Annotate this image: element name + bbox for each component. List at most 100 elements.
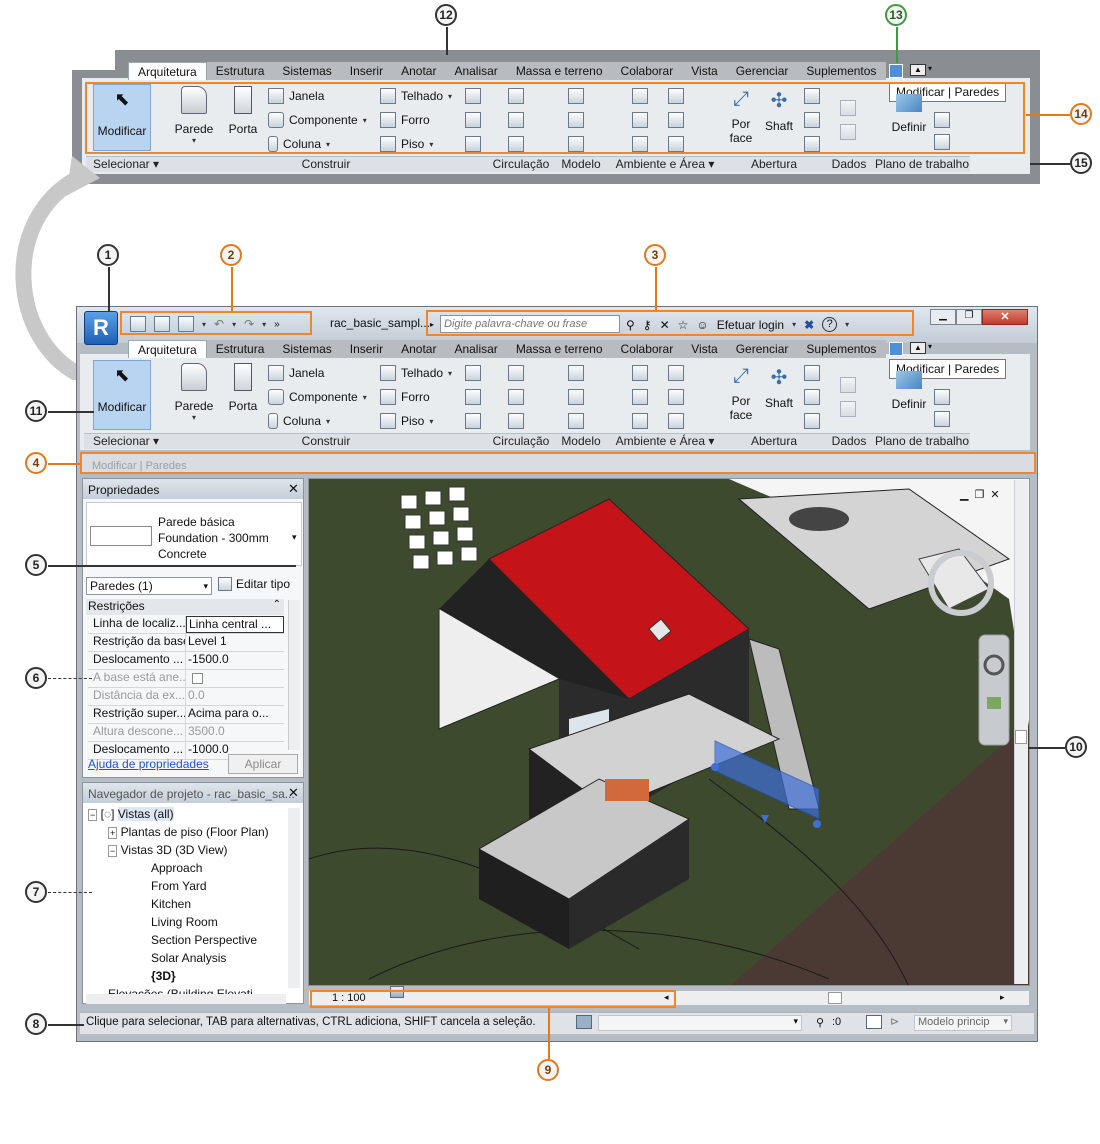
edit-type-button[interactable]: Editar tipo (218, 577, 290, 591)
tree-view-item[interactable]: From Yard (151, 879, 207, 893)
browser-vscroll[interactable] (288, 808, 300, 988)
main-ceiling-button[interactable]: Forro (380, 389, 430, 405)
main-shaft-button[interactable]: ✣ Shaft (762, 365, 796, 427)
tree-3d-views[interactable]: − Vistas 3D (3D View) (108, 843, 228, 857)
main-mullion-icon[interactable] (465, 413, 481, 429)
property-row[interactable]: Altura descone... 3500.0 (88, 724, 284, 742)
main-floor-button[interactable]: Piso ▾ (380, 413, 433, 429)
drawing-vscroll-thumb[interactable] (1015, 730, 1027, 744)
main-panel-ambiente[interactable]: Ambiente e Área ▾ (610, 434, 720, 448)
apply-button[interactable]: Aplicar (228, 754, 298, 774)
main-tab-arquitetura[interactable]: Arquitetura (128, 340, 207, 358)
main-wall-button[interactable]: Parede ▾ (172, 363, 216, 425)
property-row[interactable]: Restrição super... Acima para o... (88, 706, 284, 724)
property-row[interactable]: Restrição da base Level 1 (88, 634, 284, 652)
main-wall-opening-icon[interactable] (804, 365, 820, 381)
property-value[interactable]: Acima para o... (186, 706, 269, 723)
main-set-workplane-button[interactable]: Definir (888, 371, 930, 423)
tab-anotar[interactable]: Anotar (392, 62, 445, 80)
main-door-button[interactable]: Porta (224, 363, 262, 425)
tree-view-item[interactable]: Kitchen (151, 897, 191, 911)
main-ribbon-dropdown-icon[interactable]: ▾ (928, 342, 932, 351)
property-value[interactable] (186, 670, 188, 687)
main-room-icon[interactable] (632, 365, 648, 381)
tree-view-item[interactable]: Approach (151, 861, 202, 875)
main-show-workplane-icon[interactable] (934, 389, 950, 405)
window-minimize-button[interactable]: ▁ (930, 309, 956, 325)
window-close-button[interactable]: ✕ (982, 309, 1028, 325)
main-railing-icon[interactable] (508, 365, 524, 381)
tab-suplementos[interactable]: Suplementos (797, 62, 885, 80)
browser-hscroll[interactable] (86, 994, 286, 1004)
tab-colaborar[interactable]: Colaborar (612, 62, 683, 80)
properties-close-icon[interactable]: ✕ (288, 481, 299, 497)
editable-only-icon[interactable] (866, 1015, 882, 1029)
filter-icon[interactable]: ⚲ (816, 1016, 824, 1029)
design-option-dropdown[interactable]: Modelo princip ▾ (914, 1015, 1012, 1031)
context-tab-icon[interactable] (889, 64, 903, 78)
main-room-tag-icon[interactable] (632, 413, 648, 429)
main-ref-plane-icon[interactable] (934, 411, 950, 427)
main-modify-button[interactable]: ⬉ Modificar (93, 360, 151, 430)
property-value[interactable]: 3500.0 (186, 724, 225, 741)
tree-view-item[interactable]: Living Room (151, 915, 218, 929)
main-window-button[interactable]: Janela (268, 365, 324, 381)
tab-analisar[interactable]: Analisar (445, 62, 506, 80)
main-curtain-system-icon[interactable] (465, 365, 481, 381)
attached-checkbox[interactable] (192, 673, 203, 684)
tree-root[interactable]: − [◌] Vistas (all) (88, 807, 174, 821)
main-component-button[interactable]: Componente ▾ (268, 389, 367, 405)
constraints-group[interactable]: Restrições ⌃ (86, 599, 284, 615)
window-restore-button[interactable]: ❐ (956, 309, 982, 325)
tab-inserir[interactable]: Inserir (341, 62, 392, 80)
main-panel-selecionar[interactable]: Selecionar ▾ (88, 434, 164, 448)
panel-ambiente[interactable]: Ambiente e Área ▾ (610, 157, 720, 171)
tab-gerenciar[interactable]: Gerenciar (727, 62, 798, 80)
press-drag-icon[interactable]: ⊳ (890, 1015, 899, 1028)
property-row[interactable]: A base está ane... (88, 670, 284, 688)
main-model-text-icon[interactable] (568, 365, 584, 381)
property-row[interactable]: Deslocamento ... -1500.0 (88, 652, 284, 670)
type-dropdown-icon[interactable]: ▾ (292, 532, 297, 543)
model-3d-view[interactable] (309, 479, 1030, 986)
tab-vista[interactable]: Vista (682, 62, 726, 80)
main-tab-massa[interactable]: Massa e terreno (507, 340, 612, 358)
view-minimize-icon[interactable]: ▁ (960, 488, 968, 501)
view-bar-right-arrow[interactable]: ▸ (1000, 992, 1005, 1003)
main-tab-anotar[interactable]: Anotar (392, 340, 445, 358)
main-area-tag-icon[interactable] (668, 413, 684, 429)
tree-view-item[interactable]: Section Perspective (151, 933, 257, 947)
tree-view-item[interactable]: Solar Analysis (151, 951, 226, 965)
view-hscroll-thumb[interactable] (828, 992, 842, 1004)
ribbon-dropdown-icon[interactable]: ▾ (928, 64, 932, 73)
main-room-separator-icon[interactable] (632, 389, 648, 405)
main-tab-suplementos[interactable]: Suplementos (797, 340, 885, 358)
app-menu-button[interactable]: R (84, 311, 118, 345)
tab-massa[interactable]: Massa e terreno (507, 62, 612, 80)
main-dormer-icon[interactable] (804, 413, 820, 429)
main-model-line-icon[interactable] (568, 389, 584, 405)
tree-view-item[interactable]: {3D} (151, 969, 176, 983)
main-area-icon[interactable] (668, 365, 684, 381)
view-close-icon[interactable]: ✕ (990, 488, 999, 501)
main-vertical-opening-icon[interactable] (804, 389, 820, 405)
property-row[interactable]: Distância da ex... 0.0 (88, 688, 284, 706)
main-tab-gerenciar[interactable]: Gerenciar (727, 340, 798, 358)
workset-dropdown[interactable]: ▾ (598, 1015, 802, 1031)
main-tab-colaborar[interactable]: Colaborar (612, 340, 683, 358)
minimize-ribbon-icon[interactable]: ▲ (910, 64, 926, 76)
property-value[interactable]: -1500.0 (186, 652, 229, 669)
property-value[interactable]: 0.0 (186, 688, 205, 705)
properties-help-link[interactable]: Ajuda de propriedades (88, 757, 209, 771)
main-model-group-icon[interactable] (568, 413, 584, 429)
main-stair-icon[interactable] (508, 413, 524, 429)
main-by-face-button[interactable]: ⤢ Por face (724, 365, 758, 427)
main-area-boundary-icon[interactable] (668, 389, 684, 405)
tab-arquitetura[interactable]: Arquitetura (128, 62, 207, 80)
main-tab-sistemas[interactable]: Sistemas (273, 340, 340, 358)
tab-estrutura[interactable]: Estrutura (207, 62, 274, 80)
property-value[interactable]: Level 1 (186, 634, 227, 651)
main-column-button[interactable]: Coluna ▾ (268, 413, 330, 429)
property-value[interactable]: Linha central ... (186, 616, 284, 633)
main-ramp-icon[interactable] (508, 389, 524, 405)
